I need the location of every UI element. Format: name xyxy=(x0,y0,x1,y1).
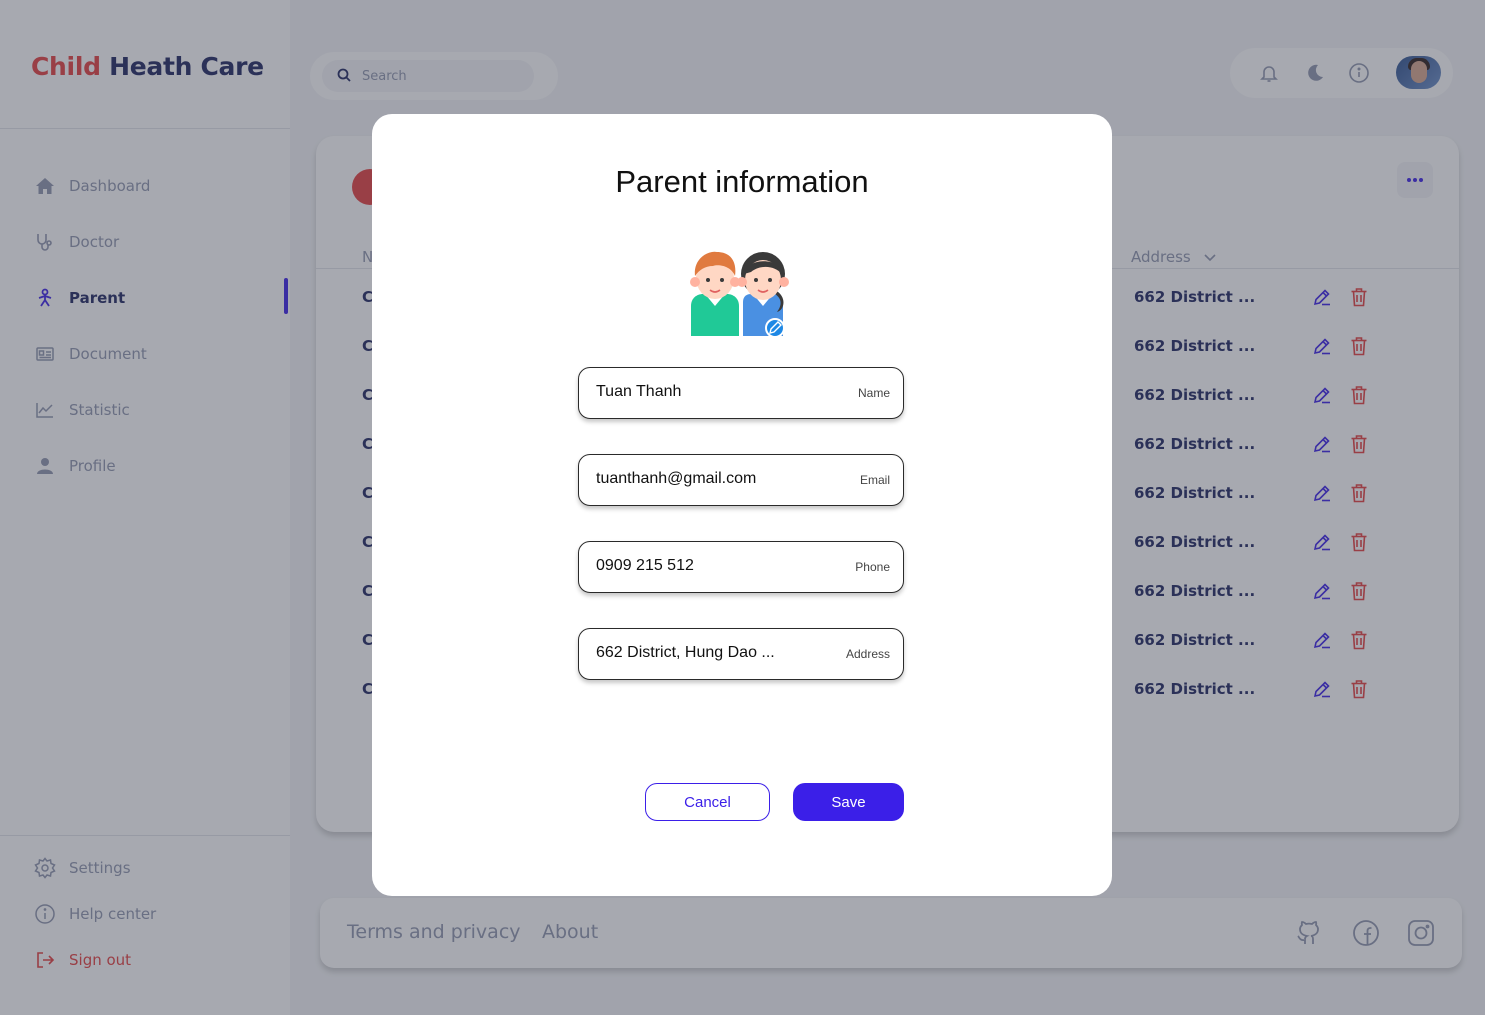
phone-value: 0909 215 512 xyxy=(596,557,694,574)
address-value: 662 District, Hung Dao ... xyxy=(596,644,775,661)
parent-info-modal: Parent information Tuan Thanh Name tuant… xyxy=(372,114,1112,896)
modal-title: Parent information xyxy=(615,164,869,199)
parents-illustration[interactable] xyxy=(689,240,795,338)
name-field[interactable]: Tuan Thanh Name xyxy=(578,367,904,419)
email-field[interactable]: tuanthanh@gmail.com Email xyxy=(578,454,904,506)
cancel-button[interactable]: Cancel xyxy=(645,783,770,821)
phone-field[interactable]: 0909 215 512 Phone xyxy=(578,541,904,593)
name-value: Tuan Thanh xyxy=(596,383,682,400)
address-field[interactable]: 662 District, Hung Dao ... Address xyxy=(578,628,904,680)
phone-label: Phone xyxy=(855,560,890,574)
name-label: Name xyxy=(857,386,890,400)
email-label: Email xyxy=(859,473,890,487)
address-label: Address xyxy=(845,647,890,661)
email-value: tuanthanh@gmail.com xyxy=(596,470,757,487)
save-button[interactable]: Save xyxy=(793,783,904,821)
